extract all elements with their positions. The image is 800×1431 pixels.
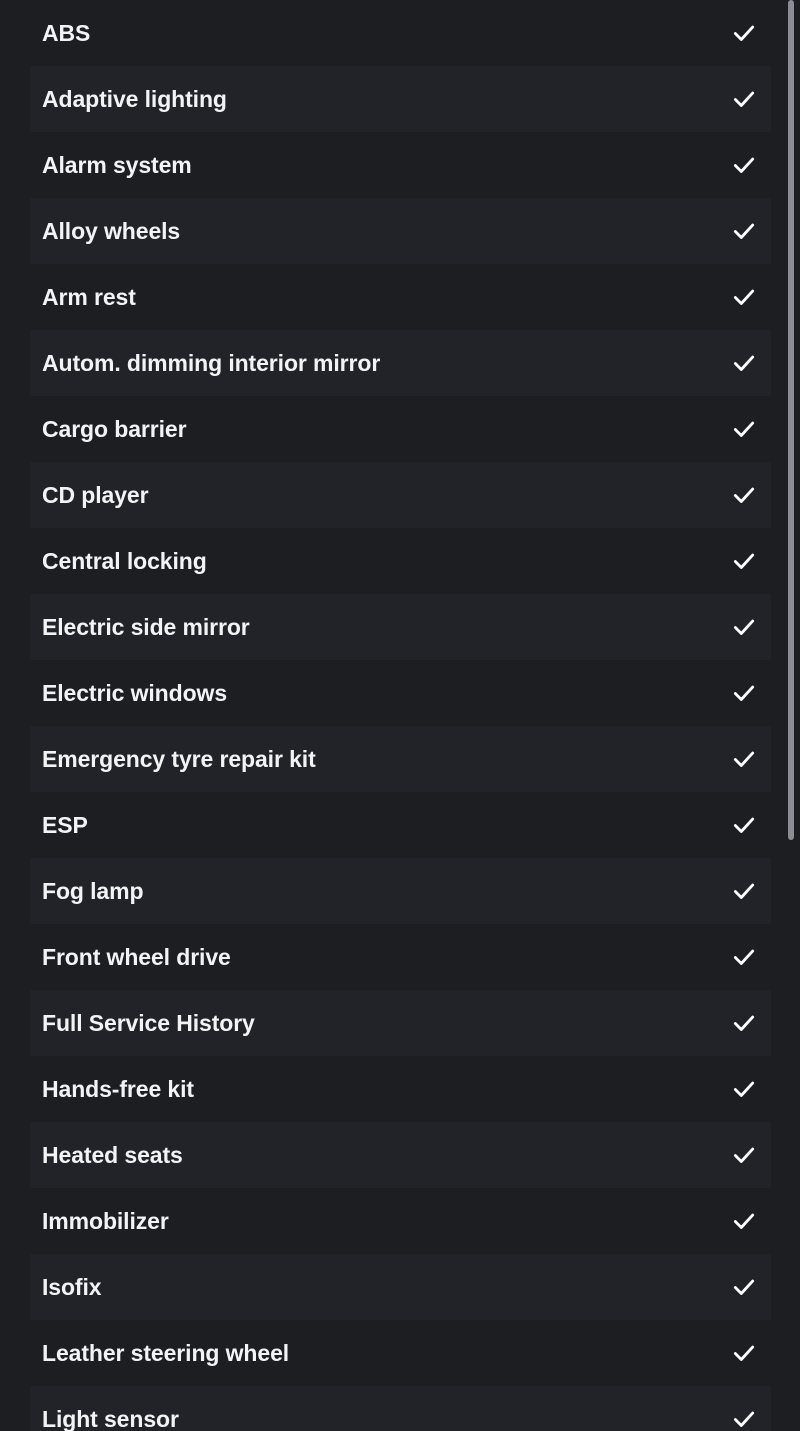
check-icon (728, 330, 760, 396)
check-icon (728, 924, 760, 990)
check-icon (728, 858, 760, 924)
check-icon (728, 396, 760, 462)
check-icon (728, 0, 760, 66)
check-icon (728, 264, 760, 330)
feature-row[interactable]: Emergency tyre repair kit (0, 726, 782, 792)
feature-row[interactable]: Adaptive lighting (0, 66, 782, 132)
feature-label: ESP (42, 812, 88, 838)
feature-label: Alarm system (42, 152, 192, 178)
feature-row[interactable]: Central locking (0, 528, 782, 594)
check-icon (728, 528, 760, 594)
feature-label: Hands-free kit (42, 1076, 194, 1102)
feature-label: CD player (42, 482, 149, 508)
feature-label: Isofix (42, 1274, 102, 1300)
feature-label: Cargo barrier (42, 416, 187, 442)
feature-row[interactable]: Electric windows (0, 660, 782, 726)
feature-row[interactable]: Fog lamp (0, 858, 782, 924)
feature-row[interactable]: Full Service History (0, 990, 782, 1056)
vehicle-features-list[interactable]: ABS Adaptive lighting Alarm system Alloy wh… (0, 0, 782, 1431)
feature-row[interactable]: ABS (0, 0, 782, 66)
feature-row[interactable]: Heated seats (0, 1122, 782, 1188)
feature-label: Central locking (42, 548, 207, 574)
check-icon (728, 198, 760, 264)
feature-label: Autom. dimming interior mirror (42, 350, 381, 376)
feature-label: Heated seats (42, 1142, 183, 1168)
feature-row[interactable]: Front wheel drive (0, 924, 782, 990)
feature-label: Adaptive lighting (42, 86, 227, 112)
check-icon (728, 990, 760, 1056)
feature-label: Full Service History (42, 1010, 255, 1036)
feature-row[interactable]: ESP (0, 792, 782, 858)
feature-label: Immobilizer (42, 1208, 169, 1234)
feature-label: Fog lamp (42, 878, 144, 904)
check-icon (728, 1122, 760, 1188)
check-icon (728, 1386, 760, 1431)
feature-row[interactable]: Immobilizer (0, 1188, 782, 1254)
check-icon (728, 1188, 760, 1254)
check-icon (728, 132, 760, 198)
feature-label: Arm rest (42, 284, 136, 310)
scrollbar-thumb[interactable] (788, 0, 794, 840)
check-icon (728, 1320, 760, 1386)
feature-row[interactable]: Hands-free kit (0, 1056, 782, 1122)
feature-row[interactable]: Alloy wheels (0, 198, 782, 264)
check-icon (728, 594, 760, 660)
feature-label: Front wheel drive (42, 944, 231, 970)
feature-label: Light sensor (42, 1406, 179, 1431)
feature-row[interactable]: Autom. dimming interior mirror (0, 330, 782, 396)
check-icon (728, 66, 760, 132)
feature-row[interactable]: Leather steering wheel (0, 1320, 782, 1386)
feature-label: Alloy wheels (42, 218, 181, 244)
feature-row[interactable]: Electric side mirror (0, 594, 782, 660)
feature-label: ABS (42, 20, 91, 46)
feature-row[interactable]: Cargo barrier (0, 396, 782, 462)
feature-label: Leather steering wheel (42, 1340, 290, 1366)
check-icon (728, 792, 760, 858)
check-icon (728, 462, 760, 528)
check-icon (728, 1056, 760, 1122)
feature-row[interactable]: CD player (0, 462, 782, 528)
feature-row[interactable]: Light sensor (0, 1386, 782, 1431)
feature-list-screen: ABS Adaptive lighting Alarm system Alloy wh… (0, 0, 800, 1431)
check-icon (728, 660, 760, 726)
feature-label: Emergency tyre repair kit (42, 746, 316, 772)
feature-row[interactable]: Arm rest (0, 264, 782, 330)
check-icon (728, 726, 760, 792)
feature-row[interactable]: Alarm system (0, 132, 782, 198)
feature-label: Electric windows (42, 680, 228, 706)
vertical-scrollbar[interactable] (782, 0, 800, 1431)
feature-label: Electric side mirror (42, 614, 250, 640)
check-icon (728, 1254, 760, 1320)
feature-row[interactable]: Isofix (0, 1254, 782, 1320)
